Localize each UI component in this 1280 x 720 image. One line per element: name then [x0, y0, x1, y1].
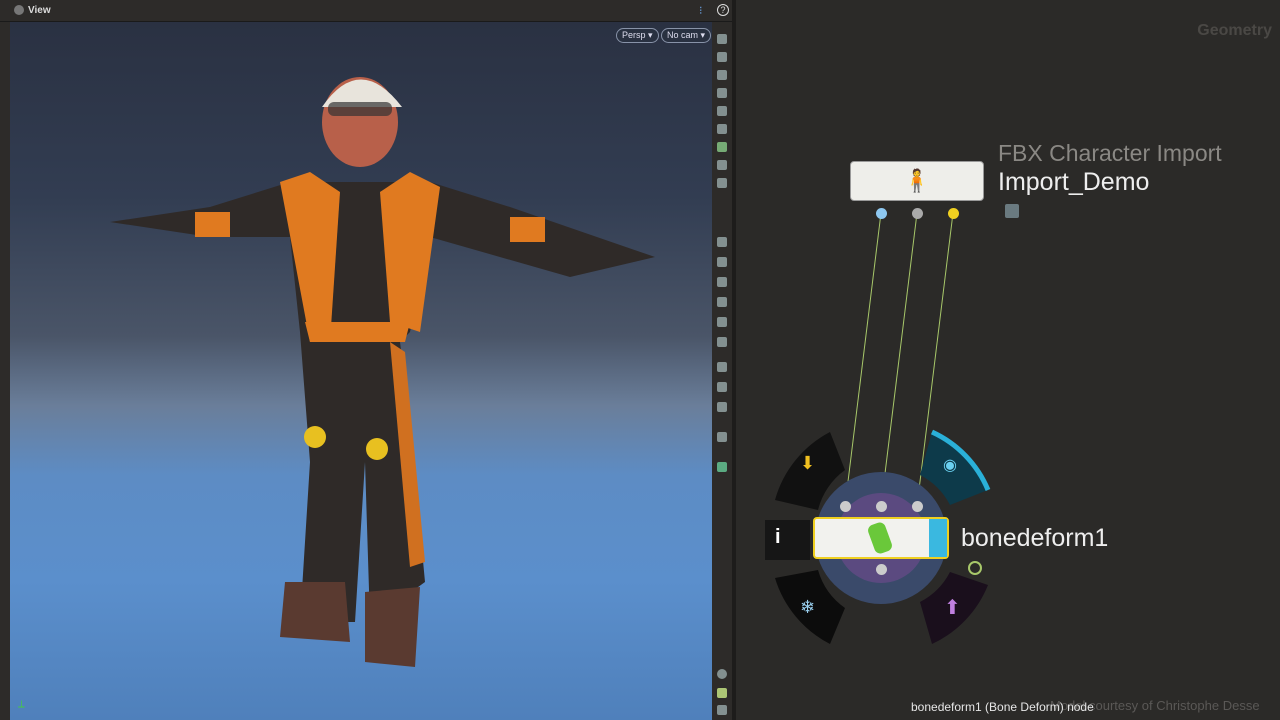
lock-icon[interactable] — [1005, 204, 1019, 218]
number-icon[interactable] — [717, 297, 727, 307]
geometry-icon[interactable] — [717, 402, 727, 412]
guide-icon[interactable] — [717, 362, 727, 372]
light-icon[interactable] — [717, 124, 727, 134]
point-icon[interactable] — [717, 237, 727, 247]
info-icon[interactable] — [717, 669, 727, 679]
status-text: bonedeform1 (Bone Deform) node — [911, 700, 1094, 714]
viewer-header: View ⁝ ? — [0, 0, 734, 22]
fbx-node-type: FBX Character Import — [998, 140, 1222, 166]
render-icon[interactable] — [717, 705, 727, 715]
3d-viewport[interactable]: Persp ▾ No cam ▾ ⟂ — [10, 22, 712, 720]
input-2[interactable] — [876, 501, 887, 512]
character-model — [110, 77, 655, 667]
viewer-icon[interactable] — [14, 5, 24, 15]
arrow-down-icon[interactable]: ⬇ — [800, 453, 815, 474]
bonedeform-node-name[interactable]: bonedeform1 — [961, 524, 1108, 553]
select-icon[interactable] — [717, 52, 727, 62]
viewer-title: View — [28, 5, 51, 16]
context-label: Geometry — [1197, 22, 1272, 39]
axis-gizmo: ⟂ — [18, 699, 25, 710]
output-1[interactable] — [876, 208, 887, 219]
character-icon: 🧍 — [903, 168, 931, 193]
network-editor[interactable]: Geometry — [736, 0, 1280, 720]
output-dot[interactable] — [876, 564, 887, 575]
left-edge — [0, 22, 10, 720]
ghost-icon[interactable] — [717, 432, 727, 442]
camera-icon[interactable] — [717, 160, 727, 170]
bonedeform-node[interactable] — [813, 517, 949, 559]
normal-icon[interactable] — [717, 277, 727, 287]
bypass-icon[interactable]: ⬆ — [944, 595, 961, 620]
template-icon[interactable] — [717, 317, 727, 327]
eye-icon[interactable]: ◉ — [943, 455, 957, 475]
display-icon[interactable] — [717, 142, 727, 152]
edge-icon[interactable] — [717, 257, 727, 267]
visibility-icon[interactable] — [717, 34, 727, 44]
viewport-toolbar — [712, 22, 732, 720]
bone-icon — [866, 520, 894, 556]
output-2[interactable] — [912, 208, 923, 219]
help-button[interactable]: ? — [717, 4, 729, 16]
bone-display-icon[interactable] — [717, 382, 727, 392]
fbx-node-name[interactable]: Import_Demo — [998, 168, 1149, 197]
input-1[interactable] — [840, 501, 851, 512]
lock-icon[interactable] — [717, 70, 727, 80]
snowflake-icon[interactable]: ❄ — [800, 597, 815, 618]
layout-icon[interactable]: ⁝ — [699, 4, 703, 17]
snap-icon[interactable] — [717, 88, 727, 98]
time-dependent-icon — [968, 561, 982, 575]
flipbook-icon[interactable] — [717, 462, 727, 472]
grid-icon[interactable] — [717, 688, 727, 698]
bbox-icon[interactable] — [717, 337, 727, 347]
output-3[interactable] — [948, 208, 959, 219]
background-icon[interactable] — [717, 178, 727, 188]
info-icon[interactable]: i — [775, 526, 781, 549]
fbx-node[interactable]: 🧍 — [850, 161, 984, 201]
input-3[interactable] — [912, 501, 923, 512]
shading-icon[interactable] — [717, 106, 727, 116]
display-flag[interactable] — [929, 519, 947, 557]
